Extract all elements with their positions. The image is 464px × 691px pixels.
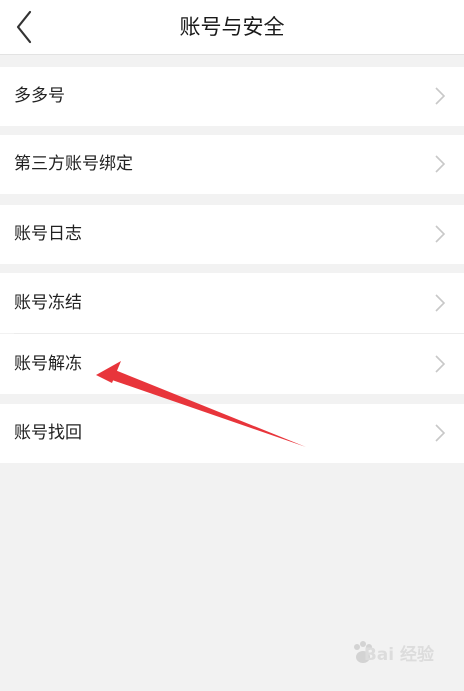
page-title: 账号与安全 [179,15,285,39]
menu-item-label: 账号日志 [14,224,82,244]
chevron-right-icon [435,225,446,243]
menu-item-label: 多多号 [14,86,65,106]
chevron-right-icon [435,424,446,442]
menu-item-label: 账号冻结 [14,293,82,313]
menu-item-label: 账号找回 [14,423,82,443]
back-button[interactable] [10,8,44,46]
watermark-text: Bai 经验 [363,645,434,665]
chevron-right-icon [435,355,446,373]
menu-item-duoduo-id[interactable]: 多多号 [0,67,464,126]
menu-item-label: 账号解冻 [14,354,82,374]
menu-item-label: 第三方账号绑定 [14,154,133,174]
menu-item-account-recovery[interactable]: 账号找回 [0,404,464,463]
baidu-watermark: Bai 经验 [324,639,434,673]
menu-item-account-unfreeze[interactable]: 账号解冻 [0,334,464,394]
chevron-right-icon [435,294,446,312]
chevron-left-icon [16,10,32,44]
chevron-right-icon [435,87,446,105]
chevron-right-icon [435,155,446,173]
top-bar: 账号与安全 [0,0,464,55]
menu-item-account-log[interactable]: 账号日志 [0,205,464,264]
menu-item-account-freeze[interactable]: 账号冻结 [0,273,464,333]
menu-item-third-party-binding[interactable]: 第三方账号绑定 [0,135,464,194]
